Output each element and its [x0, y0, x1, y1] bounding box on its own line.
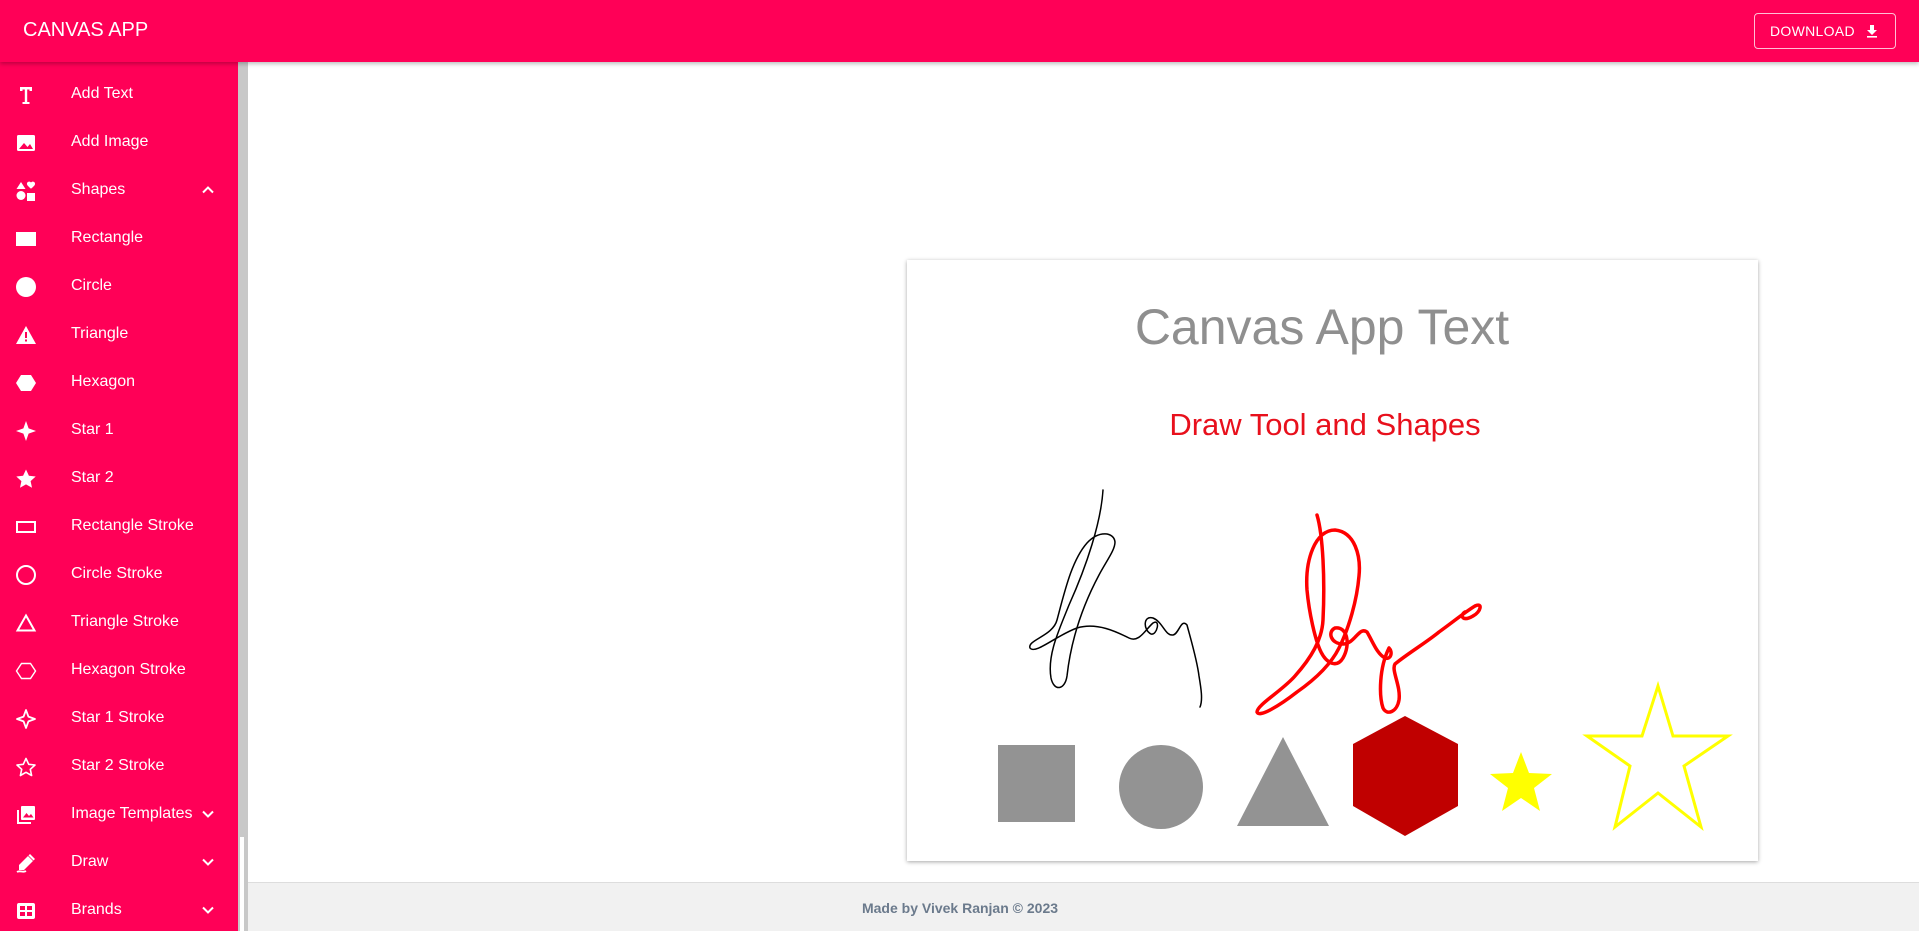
star-2-stroke-icon: [15, 756, 37, 778]
sidebar-item-hexagon-stroke[interactable]: Hexagon Stroke: [0, 646, 238, 694]
hexagon-icon: [15, 372, 37, 394]
star-1-stroke-icon: [15, 708, 37, 730]
sidebar-item-rectangle[interactable]: Rectangle: [0, 214, 238, 262]
text-icon: [15, 84, 37, 106]
chevron-up-icon[interactable]: [200, 182, 216, 198]
canvas-star-2-stroke[interactable]: [1582, 680, 1733, 832]
sidebar-item-circle-stroke[interactable]: Circle Stroke: [0, 550, 238, 598]
canvas-triangle[interactable]: [1237, 737, 1329, 826]
sidebar-item-label: Add Image: [71, 133, 149, 150]
brands-icon: [15, 900, 37, 922]
sidebar-item-label: Rectangle Stroke: [71, 517, 194, 534]
sidebar-item-add-text[interactable]: Add Text: [0, 70, 238, 118]
triangle-icon: [15, 324, 37, 346]
footer-credit: Made by Vivek Ranjan © 2023: [861, 900, 1059, 916]
sidebar-item-label: Star 1 Stroke: [71, 709, 165, 726]
sidebar-item-label: Rectangle: [71, 229, 144, 246]
chevron-down-icon[interactable]: [200, 902, 216, 918]
black-freehand-drawing[interactable]: [1029, 489, 1203, 708]
sidebar-item-label: Circle: [71, 277, 112, 294]
sidebar-item-label: Triangle Stroke: [71, 613, 179, 630]
hexagon-stroke-icon: [15, 660, 37, 682]
sidebar-scrollbar[interactable]: [238, 62, 248, 931]
sidebar-item-draw[interactable]: Draw: [0, 838, 238, 886]
sidebar-item-label: Star 1: [71, 421, 114, 438]
sidebar-item-triangle[interactable]: Triangle: [0, 310, 238, 358]
chevron-down-icon[interactable]: [200, 854, 216, 870]
sidebar-item-add-image[interactable]: Add Image: [0, 118, 238, 166]
sidebar-item-label: Triangle: [71, 325, 129, 342]
image-icon: [15, 132, 37, 154]
app-title: CANVAS APP: [23, 19, 149, 41]
shapes-icon: [15, 180, 37, 202]
rectangle-stroke-icon: [15, 516, 37, 538]
sidebar-item-star-1-stroke[interactable]: Star 1 Stroke: [0, 694, 238, 742]
canvas-title-text[interactable]: Canvas App Text: [907, 298, 1737, 356]
star-2-icon: [15, 468, 37, 490]
download-label: DOWNLOAD: [1770, 23, 1855, 39]
sidebar-item-label: Star 2: [71, 469, 114, 486]
sidebar-item-rectangle-stroke[interactable]: Rectangle Stroke: [0, 502, 238, 550]
main-area: Canvas App Text Draw Tool and Shapes: [248, 62, 1919, 882]
download-button[interactable]: DOWNLOAD: [1754, 13, 1896, 49]
app-bar: CANVAS APP DOWNLOAD: [0, 0, 1919, 62]
star-1-icon: [15, 420, 37, 442]
sidebar-item-label: Hexagon Stroke: [71, 661, 186, 678]
sidebar-item-star-2-stroke[interactable]: Star 2 Stroke: [0, 742, 238, 790]
sidebar-item-label: Shapes: [71, 181, 126, 198]
sidebar-item-brands[interactable]: Brands: [0, 886, 238, 931]
triangle-stroke-icon: [15, 612, 37, 634]
download-icon: [1865, 24, 1879, 38]
sidebar-item-circle[interactable]: Circle: [0, 262, 238, 310]
footer: Made by Vivek Ranjan © 2023: [248, 882, 1919, 931]
image-templates-icon: [15, 804, 37, 826]
sidebar-item-image-templates[interactable]: Image Templates: [0, 790, 238, 838]
sidebar-item-label: Brands: [71, 901, 122, 918]
sidebar-item-shapes[interactable]: Shapes: [0, 166, 238, 214]
sidebar-item-star-1[interactable]: Star 1: [0, 406, 238, 454]
red-freehand-drawing[interactable]: [1255, 513, 1482, 716]
rectangle-icon: [15, 228, 37, 250]
sidebar-scrollbar-thumb[interactable]: [240, 837, 244, 931]
sidebar-item-label: Star 2 Stroke: [71, 757, 165, 774]
circle-stroke-icon: [15, 564, 37, 586]
sidebar-item-star-2[interactable]: Star 2: [0, 454, 238, 502]
canvas-subtitle-text[interactable]: Draw Tool and Shapes: [907, 407, 1743, 443]
sidebar: Add Text Add Image Shapes Rectangle Circ…: [0, 62, 238, 931]
chevron-down-icon[interactable]: [200, 806, 216, 822]
canvas-star-1[interactable]: [1490, 752, 1552, 811]
drawing-canvas[interactable]: Canvas App Text Draw Tool and Shapes: [907, 260, 1758, 861]
sidebar-item-triangle-stroke[interactable]: Triangle Stroke: [0, 598, 238, 646]
canvas-rectangle[interactable]: [998, 745, 1075, 822]
draw-icon: [15, 852, 37, 874]
canvas-hexagon[interactable]: [1353, 716, 1458, 836]
sidebar-item-label: Image Templates: [71, 805, 193, 822]
circle-icon: [15, 276, 37, 298]
sidebar-item-label: Circle Stroke: [71, 565, 163, 582]
sidebar-item-label: Add Text: [71, 85, 133, 102]
sidebar-item-label: Hexagon: [71, 373, 136, 390]
sidebar-item-label: Draw: [71, 853, 109, 870]
sidebar-item-hexagon[interactable]: Hexagon: [0, 358, 238, 406]
canvas-circle[interactable]: [1119, 745, 1203, 829]
